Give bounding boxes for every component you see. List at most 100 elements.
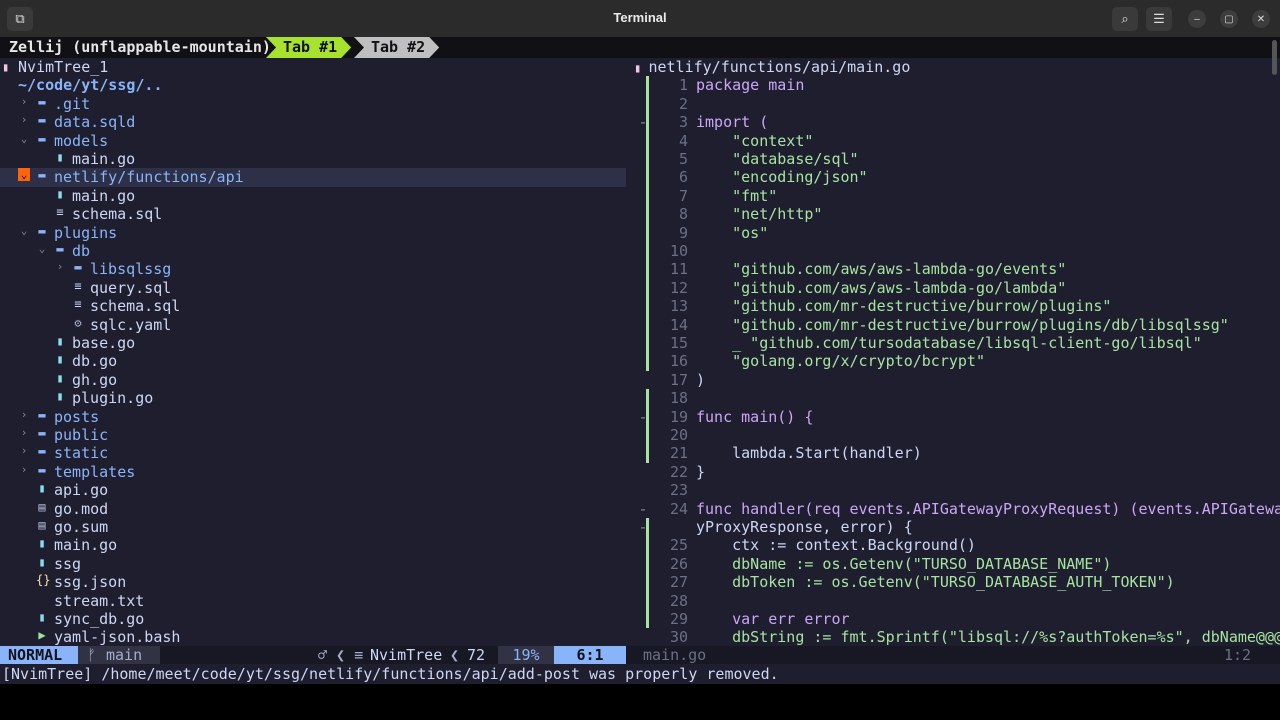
window-titlebar: ⧉ Terminal ⌕ ☰ – ▢ ✕ — [0, 0, 1280, 38]
tree-item[interactable]: ▮ ssg — [0, 555, 626, 573]
folder-icon: ▬ — [38, 407, 46, 422]
code-line[interactable]: "fmt" — [696, 187, 777, 205]
code-line[interactable]: ) — [696, 371, 705, 389]
tree-item[interactable]: ⚙ sqlc.yaml — [0, 316, 626, 334]
tree-item-label: base.go — [72, 334, 136, 352]
chevron-right-icon[interactable]: › — [18, 113, 30, 126]
code-line[interactable]: dbToken := os.Getenv("TURSO_DATABASE_AUT… — [696, 573, 1175, 591]
chevron-down-icon[interactable]: ⌄ — [36, 242, 48, 255]
tree-item-label: models — [54, 131, 109, 150]
code-line[interactable]: "github.com/aws/aws-lambda-go/events" — [696, 260, 1066, 278]
line-number: 15 — [669, 334, 688, 352]
tree-item[interactable]: › ▬ templates — [0, 463, 626, 481]
tree-item[interactable]: ▮ plugin.go — [0, 389, 626, 407]
go-file-icon: ▮ — [38, 554, 46, 569]
line-number: 22 — [669, 462, 688, 481]
tree-item-label: go.mod — [54, 499, 109, 518]
chevron-right-icon[interactable]: › — [18, 444, 30, 457]
tree-item[interactable]: › ▬ static — [0, 444, 626, 462]
code-line[interactable]: yProxyResponse, error) { — [696, 518, 913, 536]
code-line[interactable]: dbName := os.Getenv("TURSO_DATABASE_NAME… — [696, 555, 1111, 573]
git-branch: main — [106, 646, 143, 664]
chevron-right-icon[interactable]: › — [18, 426, 30, 439]
editor-file-header: ▮ netlify/functions/api/main.go — [634, 58, 910, 77]
code-line[interactable]: "golang.org/x/crypto/bcrypt" — [696, 352, 985, 370]
fold-marker[interactable]: - — [633, 500, 653, 518]
menu-icon[interactable]: ☰ — [1146, 7, 1172, 31]
tree-item[interactable]: ▮ gh.go — [0, 371, 626, 389]
tree-item-label: static — [54, 444, 109, 463]
tree-item[interactable]: ⌄ ▬ models — [0, 132, 626, 150]
code-line[interactable]: "net/http" — [696, 205, 822, 223]
scrollbar[interactable] — [1272, 40, 1277, 75]
tree-item[interactable]: ⌄ ▬ db — [0, 242, 626, 260]
minimize-icon[interactable]: – — [1188, 10, 1206, 28]
tree-item[interactable]: ▮ main.go — [0, 150, 626, 168]
code-line[interactable]: } — [696, 463, 705, 481]
fold-marker[interactable]: - — [633, 408, 653, 426]
code-line[interactable]: "encoding/json" — [696, 168, 867, 186]
tree-item[interactable]: {} ssg.json — [0, 573, 626, 591]
chevron-right-icon[interactable]: › — [54, 260, 66, 273]
tab-1[interactable]: Tab #1 — [266, 37, 351, 58]
tree-item[interactable]: ≡ schema.sql — [0, 205, 626, 223]
code-line[interactable]: "github.com/mr-destructive/burrow/plugin… — [696, 316, 1229, 334]
inactive-position: 1:2 — [1224, 646, 1252, 664]
code-line[interactable]: "database/sql" — [696, 150, 858, 168]
line-number: 24 — [669, 499, 688, 518]
tree-item[interactable]: ▤ go.mod — [0, 500, 626, 518]
code-line[interactable]: var err error — [696, 610, 849, 628]
tree-item[interactable]: ▶ yaml-json.bash — [0, 628, 626, 646]
chevron-down-icon[interactable]: ⌄ — [18, 224, 30, 237]
search-icon[interactable]: ⌕ — [1112, 7, 1138, 31]
line-number: 5 — [678, 150, 688, 168]
chevron-right-icon[interactable]: › — [18, 95, 30, 108]
code-line[interactable]: import ( — [696, 113, 768, 131]
code-line[interactable]: ctx := context.Background() — [696, 536, 976, 554]
code-line[interactable]: dbString := fmt.Sprintf("libsql://%s?aut… — [696, 628, 1280, 646]
chevron-down-icon[interactable]: ⌄ — [18, 132, 30, 145]
chevron-right-icon[interactable]: › — [18, 463, 30, 476]
code-line[interactable]: func handler(req events.APIGatewayProxyR… — [696, 500, 1280, 518]
tree-item[interactable]: ▮ main.go — [0, 187, 626, 205]
tree-item[interactable]: › ▬ posts — [0, 408, 626, 426]
tree-item[interactable]: ≡ query.sql — [0, 279, 626, 297]
tree-item-label: yaml-json.bash — [54, 628, 181, 647]
tree-item[interactable]: › ▬ .git — [0, 95, 626, 113]
tree-item[interactable]: ▮ base.go — [0, 334, 626, 352]
tree-item-label: plugin.go — [72, 389, 154, 408]
chevron-down-icon[interactable]: ⌄ — [18, 168, 30, 182]
code-line[interactable]: "github.com/mr-destructive/burrow/plugin… — [696, 297, 1111, 315]
tree-item[interactable]: › ▬ public — [0, 426, 626, 444]
tab-2[interactable]: Tab #2 — [354, 37, 439, 58]
tree-item[interactable]: › ▬ libsqlssg — [0, 260, 626, 278]
chevron-right-icon[interactable]: › — [18, 408, 30, 421]
tree-item[interactable]: ▮ db.go — [0, 352, 626, 370]
fold-marker[interactable]: - — [633, 113, 653, 131]
tree-item[interactable]: ▤ go.sum — [0, 518, 626, 536]
code-line[interactable]: lambda.Start(handler) — [696, 444, 922, 462]
go-file-icon: ▮ — [38, 610, 46, 624]
code-line[interactable]: _ "github.com/tursodatabase/libsql-clien… — [696, 334, 1202, 352]
tree-item[interactable]: ≡ schema.sql — [0, 297, 626, 315]
code-line[interactable]: "os" — [696, 224, 768, 242]
tree-item[interactable]: ▮ main.go — [0, 536, 626, 554]
tree-item[interactable]: stream.txt — [0, 592, 626, 610]
tree-item[interactable]: ▮ api.go — [0, 481, 626, 499]
tree-item[interactable]: ⌄ ▬ netlify/functions/api — [0, 168, 626, 187]
code-line[interactable]: "github.com/aws/aws-lambda-go/lambda" — [696, 279, 1066, 297]
code-line[interactable]: func main() { — [696, 408, 813, 426]
go-file-icon: ▮ — [56, 150, 64, 164]
fold-marker[interactable]: - — [633, 518, 653, 536]
tree-item-label: sqlc.yaml — [90, 315, 172, 334]
code-line[interactable]: "context" — [696, 132, 813, 150]
close-icon[interactable]: ✕ — [1252, 10, 1270, 28]
tree-item[interactable]: › ▬ data.sqld — [0, 113, 626, 131]
code-line[interactable]: package main — [696, 76, 804, 94]
tree-item[interactable]: ▮ sync_db.go — [0, 610, 626, 628]
tree-item-label: db — [72, 242, 91, 260]
editor-file-path: netlify/functions/api/main.go — [648, 58, 911, 76]
tree-item[interactable]: ⌄ ▬ plugins — [0, 224, 626, 242]
line-number: 10 — [669, 242, 688, 260]
maximize-icon[interactable]: ▢ — [1220, 10, 1238, 28]
